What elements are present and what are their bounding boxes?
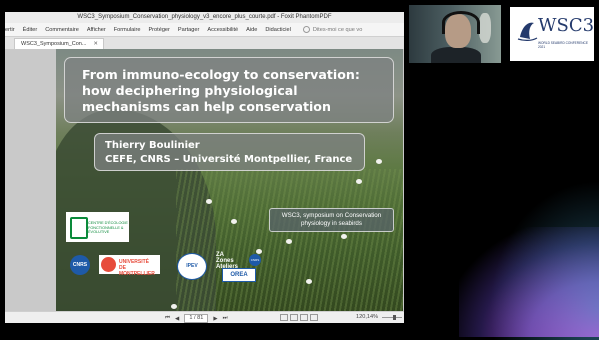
page-navigation: ⏮ ◀ 1 / 81 ▶ ⏭	[165, 314, 233, 323]
albatross-image	[256, 249, 262, 254]
um-mark-icon	[101, 257, 116, 272]
albatross-logo-icon	[517, 22, 538, 41]
webcam-feed	[409, 5, 501, 63]
lightbulb-icon	[302, 26, 310, 33]
page-number-input[interactable]: 1 / 81	[184, 314, 209, 323]
pdf-viewer-window: WSC3_Symposium_Conservation_physiology_v…	[5, 12, 404, 323]
window-title: WSC3_Symposium_Conservation_physiology_v…	[77, 14, 332, 20]
symposium-line-1: WSC3, symposium on Conservation	[281, 212, 382, 219]
cnrs-logo: CNRS	[70, 255, 90, 275]
first-page-icon[interactable]: ⏮	[165, 315, 170, 322]
tell-me-placeholder: Dites-moi ce que vo	[312, 26, 363, 33]
slide-page: From immuno-ecology to conservation: how…	[56, 49, 403, 311]
za-logo: ZA Zones Ateliers	[216, 252, 239, 270]
author-name: Thierry Boulinier	[105, 140, 200, 151]
um-line-2: DE MONTPELLIER	[119, 265, 155, 277]
albatross-image	[356, 179, 362, 184]
zoom-slider[interactable]	[382, 317, 402, 318]
menu-commentaire[interactable]: Commentaire	[45, 27, 79, 33]
cefe-logo-text: CENTRE D'ÉCOLOGIE FONCTIONNELLE & ÉVOLUT…	[88, 221, 128, 234]
status-bar: ⏮ ◀ 1 / 81 ▶ ⏭ 120,14%	[5, 311, 404, 323]
menu-partager[interactable]: Partager	[178, 27, 199, 33]
cefe-mark-icon	[70, 217, 88, 239]
tell-me-search[interactable]: Dites-moi ce que vo	[302, 26, 363, 33]
menu-accessibilite[interactable]: Accessibilité	[207, 27, 238, 33]
um-logo: UNIVERSITÉ DE MONTPELLIER	[99, 255, 160, 277]
cnrs-small-logo: CNRS	[249, 254, 261, 266]
continuous-view-icon[interactable]	[290, 314, 298, 321]
albatross-image	[306, 279, 312, 284]
slide-title-box: From immuno-ecology to conservation: how…	[64, 57, 394, 123]
facing-view-icon[interactable]	[300, 314, 308, 321]
view-mode-buttons	[280, 314, 320, 321]
tab-document[interactable]: WSC3_Symposium_Con... ✕	[14, 38, 104, 49]
menu-editer[interactable]: Éditer	[23, 27, 38, 33]
albatross-image	[341, 234, 347, 239]
headset-icon	[442, 11, 480, 34]
menu-aide[interactable]: Aide	[246, 27, 257, 33]
wsc3-logo-text: WSC3	[538, 15, 595, 36]
tab-label: WSC3_Symposium_Con...	[21, 41, 87, 47]
albatross-image	[171, 304, 177, 309]
background-glow-secondary	[489, 180, 599, 340]
wsc3-logo: WSC3 WORLD SEABIRD CONFERENCE 2021	[510, 7, 594, 61]
slide-title: From immuno-ecology to conservation: how…	[82, 67, 360, 114]
author-box: Thierry Boulinier CEFE, CNRS – Universit…	[94, 133, 365, 171]
cefe-logo: CENTRE D'ÉCOLOGIE FONCTIONNELLE & ÉVOLUT…	[66, 212, 129, 242]
symposium-box: WSC3, symposium on Conservation physiolo…	[269, 208, 394, 232]
menu-convertir[interactable]: ertir	[5, 27, 15, 33]
prev-page-icon[interactable]: ◀	[175, 316, 179, 322]
document-area[interactable]: From immuno-ecology to conservation: how…	[5, 49, 404, 311]
title-bar: WSC3_Symposium_Conservation_physiology_v…	[5, 12, 404, 23]
speaker-body	[431, 47, 481, 63]
wsc3-logo-subtitle: WORLD SEABIRD CONFERENCE 2021	[538, 41, 588, 49]
orea-logo: OREA	[222, 268, 256, 282]
background-picture	[479, 13, 491, 43]
author-affiliation: CEFE, CNRS – Université Montpellier, Fra…	[105, 154, 353, 165]
albatross-image	[206, 199, 212, 204]
ipev-logo: IPEV	[177, 253, 207, 280]
menu-proteger[interactable]: Protéger	[148, 27, 169, 33]
single-page-view-icon[interactable]	[280, 314, 288, 321]
menu-bar: ertir Éditer Commentaire Afficher Formul…	[5, 23, 404, 37]
albatross-image	[376, 159, 382, 164]
symposium-line-2: physiology in seabirds	[301, 220, 362, 227]
continuous-facing-view-icon[interactable]	[310, 314, 318, 321]
next-page-icon[interactable]: ▶	[213, 316, 217, 322]
last-page-icon[interactable]: ⏭	[223, 315, 228, 322]
menu-didacticiel[interactable]: Didacticiel	[265, 27, 291, 33]
zoom-slider-knob[interactable]	[393, 315, 396, 320]
albatross-image	[286, 239, 292, 244]
menu-formulaire[interactable]: Formulaire	[114, 27, 141, 33]
um-logo-text: UNIVERSITÉ DE MONTPELLIER	[119, 259, 160, 277]
zoom-level[interactable]: 120,14%	[356, 314, 378, 320]
menu-afficher[interactable]: Afficher	[87, 27, 106, 33]
albatross-image	[231, 219, 237, 224]
